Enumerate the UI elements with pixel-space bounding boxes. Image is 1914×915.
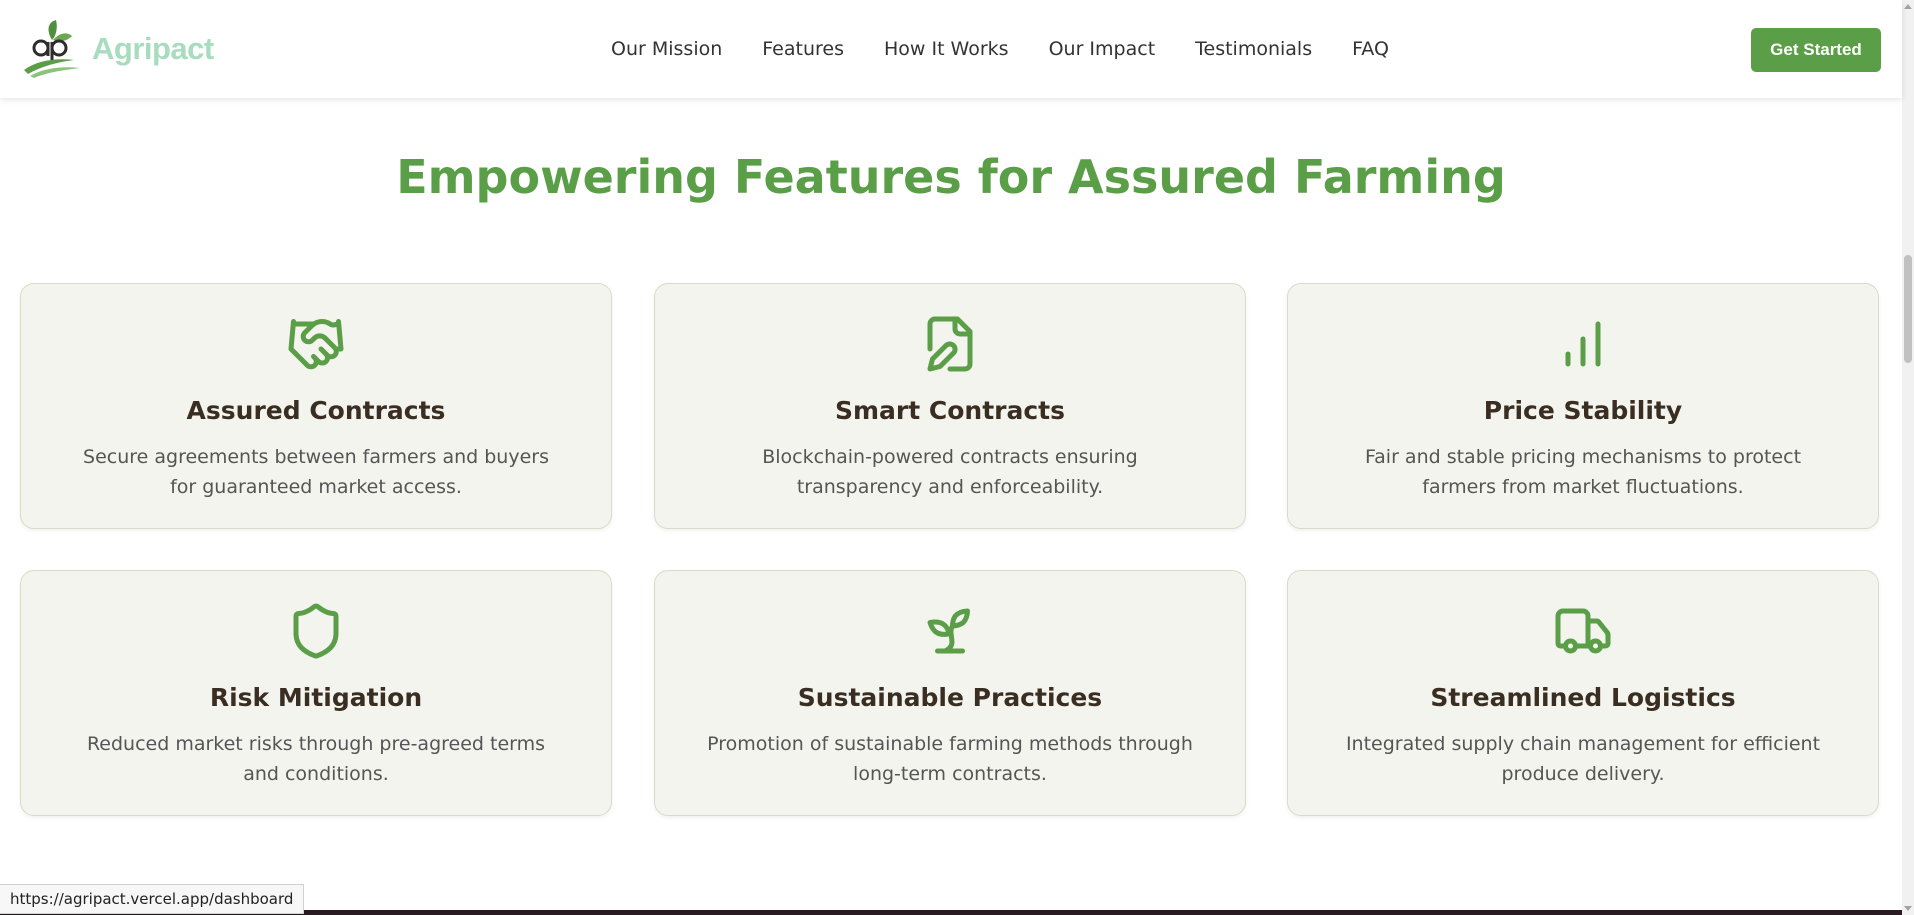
shield-icon (293, 603, 339, 659)
feature-description: Blockchain-powered contracts ensuring tr… (762, 446, 1138, 498)
brand-logo[interactable]: Agripact (22, 20, 214, 78)
page-scrollbar[interactable] (1902, 0, 1914, 915)
feature-description: Promotion of sustainable farming methods… (707, 733, 1193, 785)
nav-link-testimonials[interactable]: Testimonials (1195, 38, 1312, 60)
feature-title: Assured Contracts (186, 396, 446, 425)
top-navbar: Agripact Our Mission Features How It Wor… (0, 0, 1902, 98)
agripact-logo-icon (24, 20, 80, 78)
feature-title: Streamlined Logistics (1430, 683, 1736, 712)
nav-link-our-mission[interactable]: Our Mission (611, 38, 722, 60)
feature-title: Price Stability (1483, 396, 1683, 425)
feature-card-assured-contracts: Assured Contracts Secure agreements betw… (20, 283, 612, 529)
get-started-button[interactable]: Get Started (1751, 28, 1881, 72)
scroll-up-arrow-icon[interactable] (1904, 4, 1912, 9)
nav-link-faq[interactable]: FAQ (1352, 38, 1389, 60)
feature-description: Integrated supply chain management for e… (1345, 733, 1821, 785)
handshake-icon (288, 319, 344, 370)
feature-card-streamlined-logistics: Streamlined Logistics Integrated supply … (1287, 570, 1879, 816)
feature-card-risk-mitigation: Risk Mitigation Reduced market risks thr… (20, 570, 612, 816)
link-hover-status: https://agripact.vercel.app/dashboard (0, 884, 305, 914)
signed-document-icon (927, 316, 973, 372)
feature-card-price-stability: Price Stability Fair and stable pricing … (1287, 283, 1879, 529)
feature-card-sustainable-practices: Sustainable Practices Promotion of susta… (654, 570, 1246, 816)
feature-description: Fair and stable pricing mechanisms to pr… (1364, 446, 1802, 498)
bar-chart-icon (1565, 321, 1601, 367)
feature-card-smart-contracts: Smart Contracts Blockchain-powered contr… (654, 283, 1246, 529)
sprout-icon (927, 608, 970, 654)
feature-description: Secure agreements between farmers and bu… (83, 446, 549, 498)
nav-link-how-it-works[interactable]: How It Works (884, 38, 1009, 60)
section-title: Empowering Features for Assured Farming (396, 150, 1506, 204)
scroll-down-arrow-icon[interactable] (1904, 906, 1912, 911)
feature-title: Sustainable Practices (797, 683, 1103, 712)
truck-icon (1555, 608, 1611, 654)
feature-title: Smart Contracts (834, 396, 1066, 425)
feature-title: Risk Mitigation (209, 683, 423, 712)
primary-nav: Our Mission Features How It Works Our Im… (611, 38, 1389, 60)
nav-link-features[interactable]: Features (762, 38, 844, 60)
brand-name: Agripact (92, 31, 214, 66)
feature-description: Reduced market risks through pre-agreed … (86, 733, 546, 785)
nav-link-our-impact[interactable]: Our Impact (1049, 38, 1156, 60)
scrollbar-thumb[interactable] (1904, 255, 1912, 363)
